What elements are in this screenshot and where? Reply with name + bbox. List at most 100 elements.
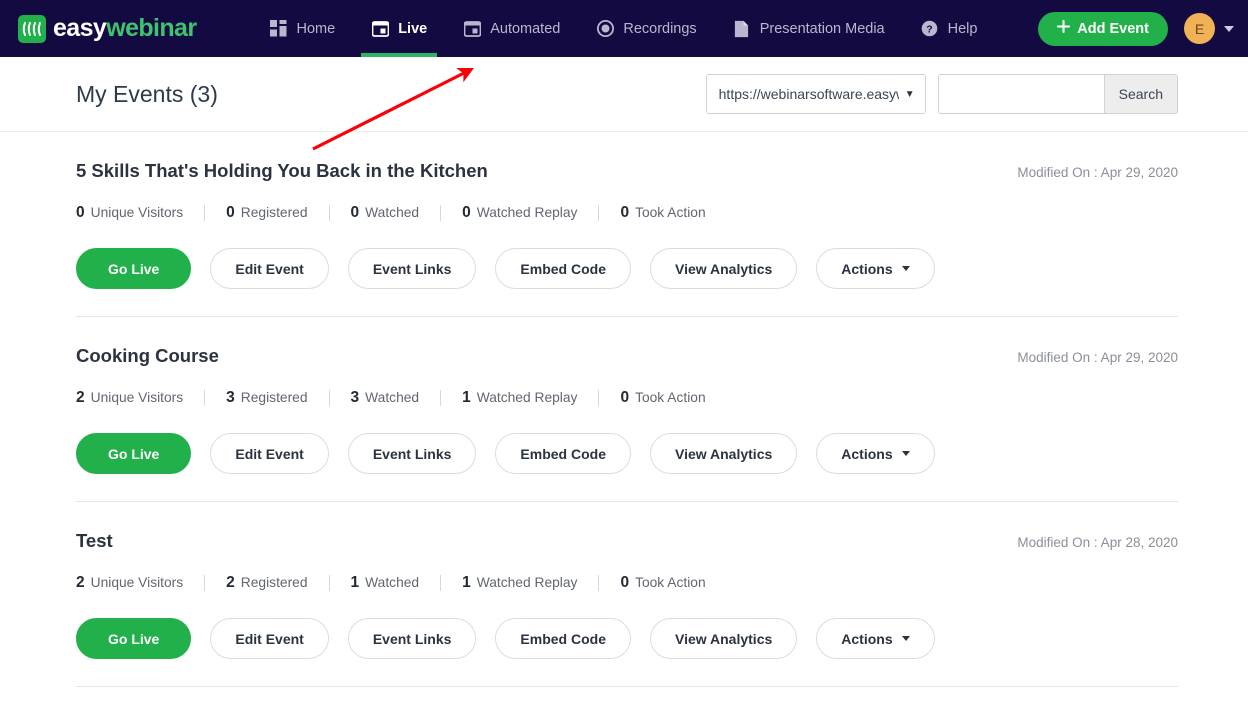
search-input[interactable]: [938, 74, 1104, 114]
event-title[interactable]: Cooking Course: [76, 345, 219, 367]
header-controls: https://webinarsoftware.easywe ▼ Search: [706, 74, 1178, 114]
embed-code-button[interactable]: Embed Code: [495, 433, 631, 474]
actions-dropdown-button[interactable]: Actions: [816, 248, 934, 289]
brand-logo[interactable]: easywebinar: [18, 0, 197, 57]
stat-label: Watched Replay: [477, 205, 578, 220]
stat-watched-replay: 0 Watched Replay: [462, 204, 577, 222]
page-title: My Events (3): [76, 81, 218, 108]
stat-value: 2: [76, 574, 85, 592]
plus-icon: [1057, 20, 1070, 37]
stat-value: 2: [76, 389, 85, 407]
search-button[interactable]: Search: [1104, 74, 1178, 114]
event-actions: Go Live Edit Event Event Links Embed Cod…: [76, 618, 1178, 659]
stat-value: 0: [620, 204, 629, 222]
stat-watched: 0 Watched: [351, 204, 420, 222]
stat-value: 0: [620, 574, 629, 592]
event-header: Cooking Course Modified On : Apr 29, 202…: [76, 345, 1178, 367]
stat-label: Watched Replay: [477, 390, 578, 405]
event-row: 5 Skills That's Holding You Back in the …: [76, 132, 1178, 317]
stat-divider: [598, 205, 599, 221]
stat-value: 3: [226, 389, 235, 407]
stat-value: 0: [620, 389, 629, 407]
stat-value: 3: [351, 389, 360, 407]
nav-item-recordings-label: Recordings: [623, 21, 696, 37]
nav-item-home[interactable]: Home: [252, 0, 354, 57]
stat-value: 0: [462, 204, 471, 222]
add-event-button[interactable]: Add Event: [1038, 12, 1168, 46]
stat-divider: [329, 205, 330, 221]
stat-label: Watched: [365, 390, 419, 405]
avatar[interactable]: E: [1184, 13, 1215, 44]
event-title[interactable]: 5 Skills That's Holding You Back in the …: [76, 160, 488, 182]
stat-registered: 0 Registered: [226, 204, 307, 222]
chevron-down-icon[interactable]: [1224, 26, 1234, 32]
stat-label: Watched: [365, 575, 419, 590]
go-live-button[interactable]: Go Live: [76, 248, 191, 289]
stat-label: Registered: [241, 205, 308, 220]
stat-divider: [440, 205, 441, 221]
stat-label: Registered: [241, 390, 308, 405]
stat-unique-visitors: 0 Unique Visitors: [76, 204, 183, 222]
primary-nav: Home Live Automated Recordings Pr: [252, 0, 996, 57]
actions-dropdown-label: Actions: [841, 446, 892, 462]
actions-dropdown-button[interactable]: Actions: [816, 433, 934, 474]
event-stats: 2 Unique Visitors 3 Registered 3 Watched…: [76, 389, 1178, 407]
top-navigation-bar: easywebinar Home Live Automated: [0, 0, 1248, 57]
stat-value: 0: [351, 204, 360, 222]
stat-watched-replay: 1 Watched Replay: [462, 574, 577, 592]
nav-item-recordings[interactable]: Recordings: [578, 0, 714, 57]
stat-watched-replay: 1 Watched Replay: [462, 389, 577, 407]
view-analytics-button[interactable]: View Analytics: [650, 618, 797, 659]
stat-divider: [440, 575, 441, 591]
event-title[interactable]: Test: [76, 530, 113, 552]
nav-item-automated[interactable]: Automated: [445, 0, 578, 57]
nav-item-presentation-media[interactable]: Presentation Media: [715, 0, 903, 57]
stat-value: 0: [76, 204, 85, 222]
event-links-button[interactable]: Event Links: [348, 248, 477, 289]
calendar-live-icon: [371, 20, 389, 38]
edit-event-button[interactable]: Edit Event: [210, 433, 328, 474]
view-analytics-button[interactable]: View Analytics: [650, 248, 797, 289]
stat-label: Took Action: [635, 205, 706, 220]
event-links-button[interactable]: Event Links: [348, 618, 477, 659]
event-header: 5 Skills That's Holding You Back in the …: [76, 160, 1178, 182]
stat-value: 1: [462, 389, 471, 407]
grid-dashboard-icon: [270, 20, 288, 38]
go-live-button[interactable]: Go Live: [76, 433, 191, 474]
actions-dropdown-button[interactable]: Actions: [816, 618, 934, 659]
stat-label: Took Action: [635, 575, 706, 590]
search-group: Search: [938, 74, 1178, 114]
nav-item-live[interactable]: Live: [353, 0, 445, 57]
stat-value: 1: [462, 574, 471, 592]
actions-dropdown-label: Actions: [841, 261, 892, 277]
go-live-button[interactable]: Go Live: [76, 618, 191, 659]
webinar-url-select-value: https://webinarsoftware.easywe: [719, 86, 899, 102]
view-analytics-button[interactable]: View Analytics: [650, 433, 797, 474]
stat-label: Took Action: [635, 390, 706, 405]
embed-code-button[interactable]: Embed Code: [495, 618, 631, 659]
stat-took-action: 0 Took Action: [620, 389, 705, 407]
event-stats: 2 Unique Visitors 2 Registered 1 Watched…: [76, 574, 1178, 592]
webinar-url-select[interactable]: https://webinarsoftware.easywe ▼: [706, 74, 926, 114]
event-links-button[interactable]: Event Links: [348, 433, 477, 474]
stat-divider: [329, 390, 330, 406]
stat-label: Unique Visitors: [91, 575, 184, 590]
event-actions: Go Live Edit Event Event Links Embed Cod…: [76, 248, 1178, 289]
stat-divider: [598, 390, 599, 406]
document-page-icon: [733, 20, 751, 38]
stat-value: 0: [226, 204, 235, 222]
caret-down-icon: [902, 451, 910, 456]
stat-divider: [204, 205, 205, 221]
event-modified-date: Modified On : Apr 29, 2020: [1017, 350, 1178, 365]
edit-event-button[interactable]: Edit Event: [210, 618, 328, 659]
easywebinar-logo-icon: [18, 15, 46, 43]
nav-item-help[interactable]: ? Help: [903, 0, 996, 57]
stat-value: 2: [226, 574, 235, 592]
brand-name-easy: easy: [53, 14, 106, 42]
event-actions: Go Live Edit Event Event Links Embed Cod…: [76, 433, 1178, 474]
edit-event-button[interactable]: Edit Event: [210, 248, 328, 289]
record-circle-icon: [596, 20, 614, 38]
embed-code-button[interactable]: Embed Code: [495, 248, 631, 289]
event-header: Test Modified On : Apr 28, 2020: [76, 530, 1178, 552]
event-modified-date: Modified On : Apr 29, 2020: [1017, 165, 1178, 180]
